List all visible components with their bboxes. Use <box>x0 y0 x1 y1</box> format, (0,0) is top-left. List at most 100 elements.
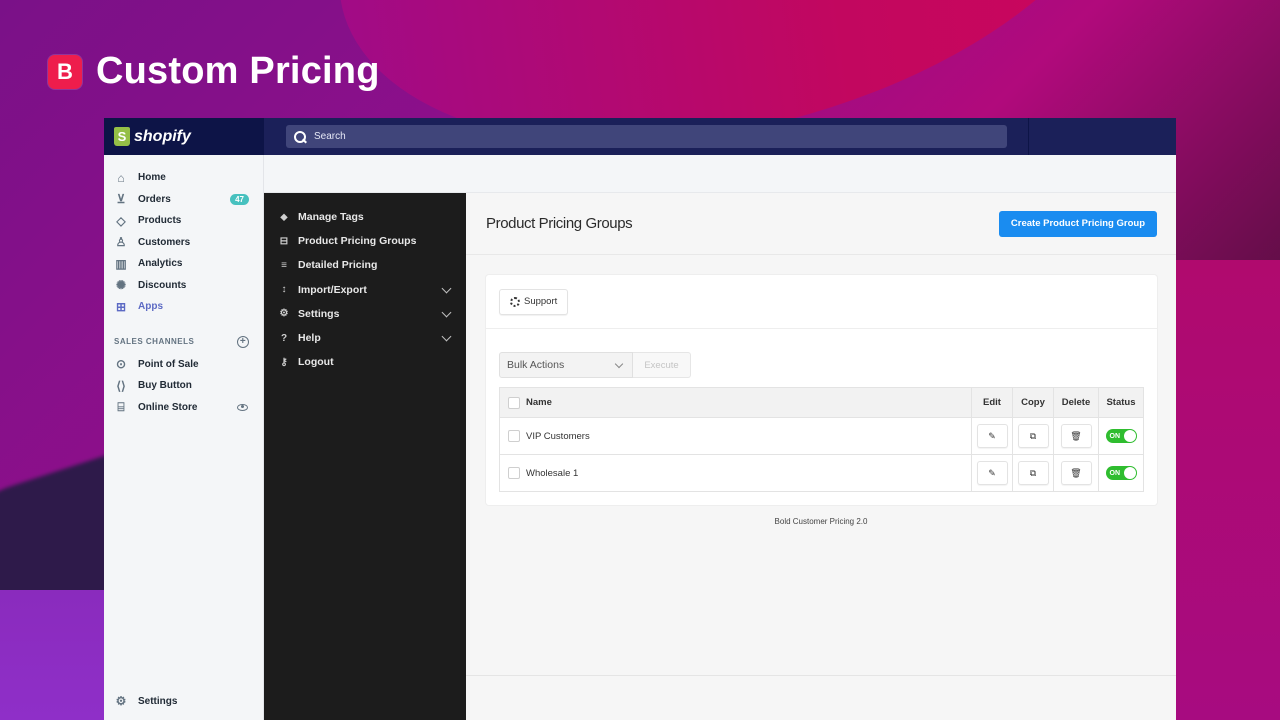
sidebar-item-label: Apps <box>138 301 163 313</box>
shopify-admin-window: S shopify ⌂ Home ⊻ Orders 47 ◇ Products <box>104 118 1176 720</box>
bold-logo-icon: B <box>48 54 82 89</box>
sidebar-item-label: Settings <box>138 695 178 707</box>
sidebar-item-apps[interactable]: ⊞ Apps <box>104 296 263 318</box>
create-pricing-group-button[interactable]: Create Product Pricing Group <box>998 210 1157 237</box>
delete-button[interactable]: 🗑 <box>1060 461 1092 485</box>
trash-icon: 🗑 <box>1070 430 1082 441</box>
sidebar-item-label: Buy Button <box>138 380 192 392</box>
table-row: Wholesale 1 ✎ ⧉ 🗑 ON <box>499 454 1144 492</box>
appnav-item-label: Import/Export <box>298 283 367 296</box>
divider <box>466 675 1176 676</box>
trash-icon: 🗑 <box>1070 467 1082 478</box>
shopify-bag-icon: S <box>114 127 130 146</box>
add-channel-icon[interactable]: + <box>237 335 249 348</box>
eye-icon[interactable] <box>237 403 248 411</box>
column-header-delete: Delete <box>1053 387 1099 418</box>
appnav-item-label: Help <box>298 332 321 345</box>
page-header: Product Pricing Groups Create Product Pr… <box>466 193 1176 255</box>
sidebar-item-label: Online Store <box>138 401 198 413</box>
bulk-actions-row: Bulk Actions Execute <box>499 352 691 378</box>
sidebar-item-label: Point of Sale <box>138 358 199 370</box>
status-toggle[interactable]: ON <box>1105 466 1137 480</box>
bulk-actions-select[interactable]: Bulk Actions <box>499 352 633 378</box>
sidebar-item-orders[interactable]: ⊻ Orders 47 <box>104 189 263 211</box>
main-content: Product Pricing Groups Create Product Pr… <box>466 193 1176 720</box>
appnav-item-product-pricing-groups[interactable]: ⊟ Product Pricing Groups <box>264 229 466 253</box>
chevron-down-icon <box>614 359 624 369</box>
app-version-footer: Bold Customer Pricing 2.0 <box>774 517 868 526</box>
row-checkbox[interactable] <box>508 467 520 479</box>
group-name: VIP Customers <box>526 430 590 442</box>
home-icon: ⌂ <box>117 170 125 185</box>
tag-icon: ⬥ <box>280 211 288 223</box>
group-name: Wholesale 1 <box>526 467 579 479</box>
brand-header: B Custom Pricing <box>48 50 380 93</box>
sidebar-item-online-store[interactable]: ⌸ Online Store <box>104 397 263 419</box>
sidebar-item-point-of-sale[interactable]: ⊙ Point of Sale <box>104 354 263 376</box>
sidebar-item-label: Home <box>138 172 166 184</box>
sidebar-item-label: Analytics <box>138 258 183 270</box>
sidebar-item-customers[interactable]: ♙ Customers <box>104 232 263 254</box>
column-header-copy: Copy <box>1012 387 1054 418</box>
delete-button[interactable]: 🗑 <box>1060 424 1092 448</box>
tag-icon: ◇ <box>116 213 126 228</box>
section-heading-label: SALES CHANNELS <box>114 337 195 346</box>
chevron-down-icon <box>441 331 452 342</box>
question-icon: ? <box>280 332 288 344</box>
location-pin-icon: ⊙ <box>115 357 127 372</box>
table-header-row: Name Edit Copy Delete Status <box>499 387 1144 418</box>
top-bar: S shopify <box>104 118 1176 155</box>
bar-chart-icon: ▥ <box>115 256 127 271</box>
appnav-item-help[interactable]: ? Help <box>264 326 466 350</box>
support-button[interactable]: Support <box>499 288 569 315</box>
edit-button[interactable]: ✎ <box>976 461 1008 485</box>
select-all-checkbox[interactable] <box>508 396 520 409</box>
sidebar-item-label: Products <box>138 215 182 227</box>
sales-channels-heading: SALES CHANNELS + <box>104 318 263 354</box>
execute-button[interactable]: Execute <box>633 352 691 378</box>
search-input[interactable] <box>314 131 914 142</box>
copy-button[interactable]: ⧉ <box>1017 461 1049 485</box>
brand-title: Custom Pricing <box>96 50 380 92</box>
search-bar[interactable] <box>286 125 1007 148</box>
background-shape <box>1176 260 1280 720</box>
appnav-item-label: Logout <box>298 356 334 369</box>
boxes-icon: ⊟ <box>279 235 289 247</box>
sidebar-item-label: Customers <box>138 236 191 248</box>
appnav-item-detailed-pricing[interactable]: ≡ Detailed Pricing <box>264 253 466 277</box>
appnav-item-label: Product Pricing Groups <box>298 235 417 248</box>
search-icon <box>294 130 306 143</box>
copy-icon: ⧉ <box>1029 430 1037 441</box>
sidebar-item-label: Discounts <box>138 279 187 291</box>
admin-sidebar: ⌂ Home ⊻ Orders 47 ◇ Products ♙ Customer… <box>104 155 264 720</box>
apps-icon: ⊞ <box>115 299 127 314</box>
appnav-item-import-export[interactable]: ↕ Import/Export <box>264 278 466 302</box>
sidebar-item-discounts[interactable]: ✺ Discounts <box>104 275 263 297</box>
pricing-groups-card: Support Bulk Actions Execute Name Edit C… <box>486 275 1157 505</box>
appnav-item-settings[interactable]: ⚙ Settings <box>264 302 466 326</box>
person-icon: ♙ <box>115 235 127 250</box>
column-header-name: Name <box>499 387 972 418</box>
chevron-down-icon <box>441 307 452 318</box>
appnav-item-manage-tags[interactable]: ⬥ Manage Tags <box>264 205 466 229</box>
page-title: Product Pricing Groups <box>486 215 633 232</box>
content-top-strip <box>264 155 1176 193</box>
column-header-label: Name <box>526 397 552 408</box>
sidebar-item-home[interactable]: ⌂ Home <box>104 167 263 189</box>
column-header-status: Status <box>1098 387 1144 418</box>
appnav-item-label: Detailed Pricing <box>298 259 378 272</box>
pencil-icon: ✎ <box>988 430 996 441</box>
sidebar-item-analytics[interactable]: ▥ Analytics <box>104 253 263 275</box>
sidebar-item-products[interactable]: ◇ Products <box>104 210 263 232</box>
gear-icon: ⚙ <box>279 308 289 320</box>
copy-icon: ⧉ <box>1029 467 1037 478</box>
divider <box>1028 118 1029 155</box>
shopify-logo[interactable]: S shopify <box>104 118 264 155</box>
appnav-item-logout[interactable]: ⚷ Logout <box>264 350 466 374</box>
row-checkbox[interactable] <box>508 430 520 442</box>
edit-button[interactable]: ✎ <box>976 424 1008 448</box>
status-toggle[interactable]: ON <box>1105 429 1137 443</box>
copy-button[interactable]: ⧉ <box>1017 424 1049 448</box>
sidebar-item-settings[interactable]: ⚙ Settings <box>104 691 264 713</box>
sidebar-item-buy-button[interactable]: ⟨⟩ Buy Button <box>104 375 263 397</box>
